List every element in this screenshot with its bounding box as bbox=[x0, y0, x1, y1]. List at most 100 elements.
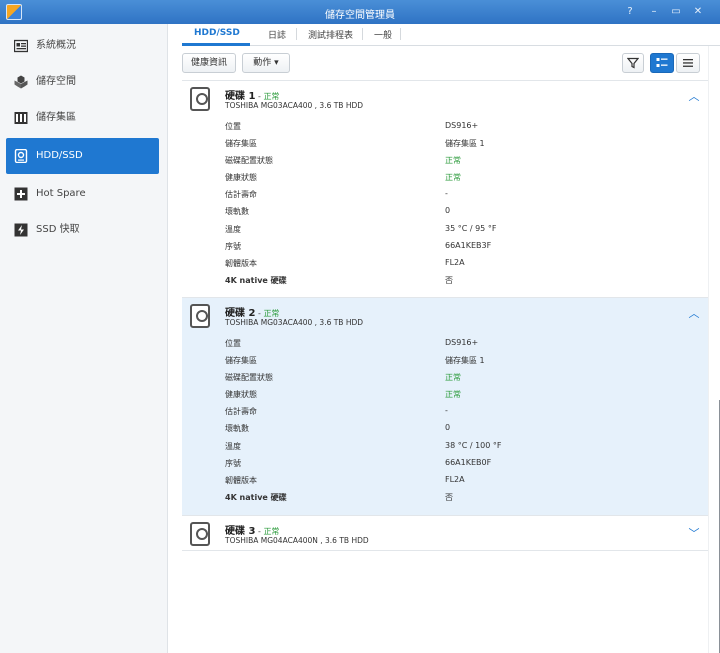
sidebar-item-label: 系統概況 bbox=[36, 40, 76, 51]
disk-status: 正常 bbox=[263, 309, 280, 318]
tab-divider bbox=[362, 28, 363, 40]
detail-value: - bbox=[445, 189, 448, 198]
help-button[interactable]: ? bbox=[622, 4, 638, 20]
tab-divider bbox=[400, 28, 401, 40]
detail-value: - bbox=[445, 406, 448, 415]
disk-model: TOSHIBA MG04ACA400N , 3.6 TB HDD bbox=[225, 536, 369, 545]
detail-label: 溫度 bbox=[225, 442, 241, 451]
sidebar-item-label: 儲存集區 bbox=[36, 112, 76, 123]
detail-label: 位置 bbox=[225, 339, 241, 348]
detail-label: 序號 bbox=[225, 459, 241, 468]
sidebar-item-label: 儲存空間 bbox=[36, 76, 76, 87]
sidebar-item-hot-spare[interactable]: Hot Spare bbox=[6, 178, 159, 210]
detail-value: 0 bbox=[445, 423, 451, 432]
detail-value: FL2A bbox=[445, 475, 465, 484]
detail-value: 正常 bbox=[445, 173, 461, 182]
detail-label: 韌體版本 bbox=[225, 476, 257, 485]
expand-chevron-down-icon[interactable]: ﹀ bbox=[688, 528, 700, 540]
detail-label: 壞軌數 bbox=[225, 424, 249, 433]
disk-status: 正常 bbox=[263, 527, 280, 536]
hamburger-list-icon bbox=[683, 59, 693, 67]
sidebar-item-ssd-cache[interactable]: SSD 快取 bbox=[6, 214, 159, 246]
detail-value: 否 bbox=[445, 276, 453, 285]
detail-label: 位置 bbox=[225, 122, 241, 131]
active-tab-indicator bbox=[182, 43, 250, 46]
disk-status: 正常 bbox=[263, 92, 280, 101]
detail-label: 磁碟配置狀態 bbox=[225, 373, 273, 382]
sidebar: 系統概況 儲存空間 儲存集區 HDD/SSD Hot Spare SSD 快取 bbox=[0, 24, 168, 653]
detail-value: FL2A bbox=[445, 258, 465, 267]
detail-value: 66A1KEB0F bbox=[445, 458, 492, 467]
storage-pool-icon bbox=[14, 112, 28, 124]
title-bar: 儲存空間管理員 ? – ▭ ✕ bbox=[0, 0, 720, 24]
detail-label: 壞軌數 bbox=[225, 207, 249, 216]
action-label: 動作 bbox=[253, 58, 272, 68]
detail-value: 正常 bbox=[445, 390, 461, 399]
detail-value: 0 bbox=[445, 206, 451, 215]
overview-icon bbox=[14, 39, 28, 53]
disk-model: TOSHIBA MG03ACA400 , 3.6 TB HDD bbox=[225, 318, 364, 327]
tab-bar: HDD/SSD 日誌 測試排程表 一般 bbox=[182, 24, 720, 46]
collapse-chevron-up-icon[interactable]: ︿ bbox=[688, 91, 700, 103]
volume-icon bbox=[14, 75, 28, 89]
detail-value: 儲存集區 1 bbox=[445, 356, 485, 365]
sidebar-item-label: SSD 快取 bbox=[36, 224, 80, 235]
list-view-button[interactable] bbox=[676, 53, 700, 73]
detail-label: 估計壽命 bbox=[225, 190, 257, 199]
detail-label: 儲存集區 bbox=[225, 139, 257, 148]
toolbar: 健康資訊 動作 ▾ bbox=[182, 53, 704, 73]
sidebar-item-volume[interactable]: 儲存空間 bbox=[6, 66, 159, 98]
detail-label: 健康狀態 bbox=[225, 390, 257, 399]
disk-title: 硬碟 2 - 正常 bbox=[225, 304, 279, 319]
detail-label: 4K native 硬碟 bbox=[225, 276, 287, 285]
disk-card[interactable]: 硬碟 3 - 正常 TOSHIBA MG04ACA400N , 3.6 TB H… bbox=[182, 515, 708, 551]
detail-label: 韌體版本 bbox=[225, 259, 257, 268]
detail-label: 儲存集區 bbox=[225, 356, 257, 365]
detail-value: 66A1KEB3F bbox=[445, 241, 492, 250]
detail-value: 38 °C / 100 °F bbox=[445, 441, 502, 450]
detail-value: 正常 bbox=[445, 156, 461, 165]
detail-value: 35 °C / 95 °F bbox=[445, 224, 497, 233]
detail-list-icon bbox=[656, 58, 668, 67]
chevron-down-icon: ▾ bbox=[274, 58, 279, 68]
hdd-disk-icon bbox=[190, 87, 210, 111]
detail-value: 儲存集區 1 bbox=[445, 139, 485, 148]
window-title: 儲存空間管理員 bbox=[325, 10, 395, 21]
hdd-disk-icon bbox=[190, 304, 210, 328]
hdd-icon bbox=[14, 149, 28, 163]
tab-divider bbox=[296, 28, 297, 40]
detail-view-button[interactable] bbox=[650, 53, 674, 73]
detail-label: 序號 bbox=[225, 242, 241, 251]
filter-button[interactable] bbox=[622, 53, 644, 73]
sidebar-item-label: HDD/SSD bbox=[36, 150, 83, 161]
detail-label: 健康狀態 bbox=[225, 173, 257, 182]
disk-card-selected[interactable]: 硬碟 2 - 正常 TOSHIBA MG03ACA400 , 3.6 TB HD… bbox=[182, 297, 708, 515]
minimize-button[interactable]: – bbox=[646, 4, 662, 20]
tab-hdd-ssd[interactable]: HDD/SSD bbox=[194, 28, 240, 38]
detail-value: DS916+ bbox=[445, 121, 479, 130]
detail-value: 否 bbox=[445, 493, 453, 502]
ssd-cache-icon bbox=[14, 223, 28, 237]
collapse-chevron-up-icon[interactable]: ︿ bbox=[688, 308, 700, 320]
disk-title: 硬碟 1 - 正常 bbox=[225, 87, 279, 102]
disk-model: TOSHIBA MG03ACA400 , 3.6 TB HDD bbox=[225, 101, 364, 110]
action-dropdown-button[interactable]: 動作 ▾ bbox=[242, 53, 290, 73]
sidebar-item-label: Hot Spare bbox=[36, 188, 86, 199]
detail-value: 正常 bbox=[445, 373, 461, 382]
filter-icon bbox=[626, 57, 640, 69]
sidebar-item-hdd-ssd[interactable]: HDD/SSD bbox=[6, 138, 159, 174]
sidebar-item-storage-pool[interactable]: 儲存集區 bbox=[6, 102, 159, 134]
disk-card[interactable]: 硬碟 1 - 正常 TOSHIBA MG03ACA400 , 3.6 TB HD… bbox=[182, 80, 708, 297]
disk-title: 硬碟 3 - 正常 bbox=[225, 522, 279, 537]
sidebar-item-overview[interactable]: 系統概況 bbox=[6, 30, 159, 62]
detail-value: DS916+ bbox=[445, 338, 479, 347]
tab-log[interactable]: 日誌 bbox=[268, 28, 286, 41]
tab-test-schedule[interactable]: 測試排程表 bbox=[308, 28, 353, 41]
maximize-button[interactable]: ▭ bbox=[668, 4, 684, 20]
close-button[interactable]: ✕ bbox=[690, 4, 706, 20]
health-info-button[interactable]: 健康資訊 bbox=[182, 53, 236, 73]
tab-general[interactable]: 一般 bbox=[374, 28, 392, 41]
hot-spare-icon bbox=[14, 187, 28, 201]
disk-list: 硬碟 1 - 正常 TOSHIBA MG03ACA400 , 3.6 TB HD… bbox=[182, 80, 708, 653]
detail-label: 磁碟配置狀態 bbox=[225, 156, 273, 165]
